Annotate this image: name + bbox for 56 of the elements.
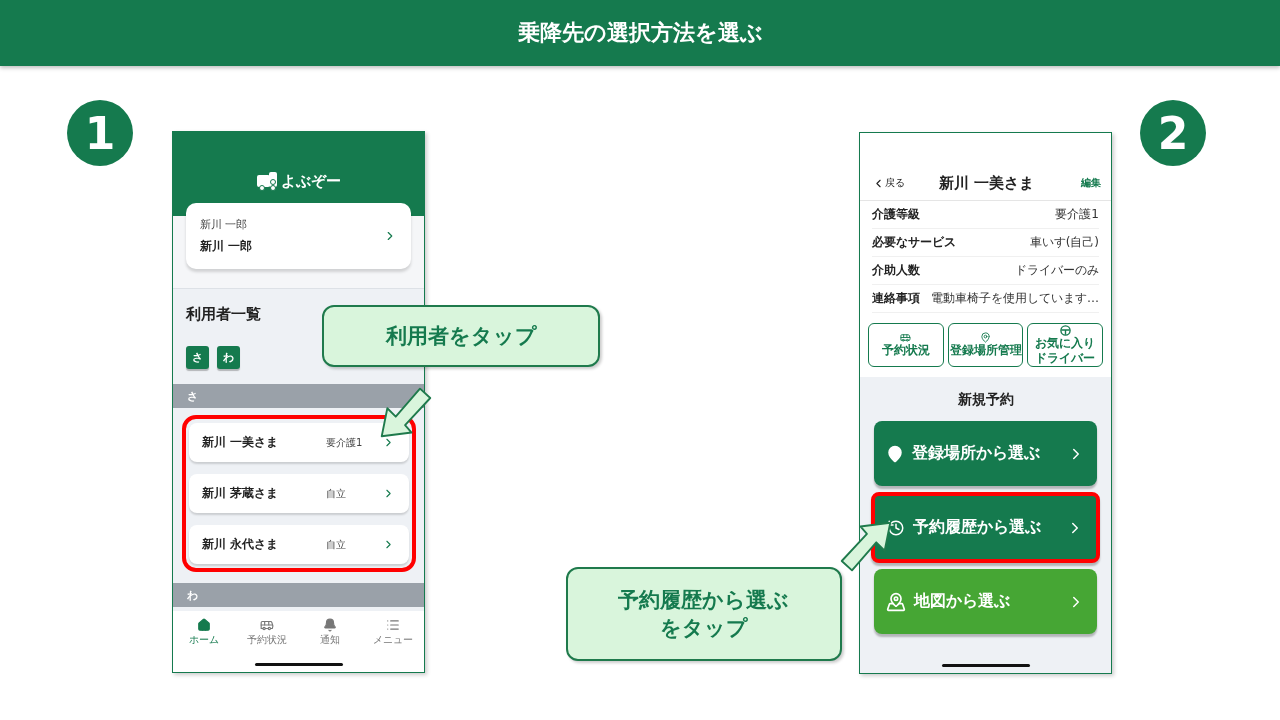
account-card[interactable]: 新川 一郎 新川 一郎 bbox=[186, 203, 411, 269]
detail-value: 電動車椅子を使用しています… bbox=[931, 290, 1099, 307]
slide-title: 乗降先の選択方法を選ぶ bbox=[0, 0, 1280, 66]
edit-link[interactable]: 編集 bbox=[1041, 176, 1101, 190]
user-name: 新川 一美さま bbox=[202, 434, 280, 451]
user-name: 新川 永代さま bbox=[202, 536, 280, 553]
step-number: 1 bbox=[67, 100, 133, 166]
nav-tab[interactable]: 通知 bbox=[298, 618, 362, 647]
detail-label: 連絡事項 bbox=[872, 290, 920, 307]
pin-icon bbox=[886, 444, 904, 463]
care-grade: 自立 bbox=[326, 537, 347, 552]
detail-value: 要介護1 bbox=[1055, 206, 1099, 223]
menu-icon bbox=[385, 618, 400, 632]
callout-note: 予約履歴から選ぶをタップ bbox=[566, 567, 842, 661]
user-row[interactable]: 新川 一美さま 要介護1 bbox=[189, 423, 409, 462]
option-button[interactable]: 登録場所から選ぶ bbox=[874, 421, 1097, 486]
user-row[interactable]: 新川 茅蔵さま 自立 bbox=[189, 474, 409, 513]
vehicle-icon bbox=[256, 171, 278, 191]
nav-tab[interactable]: ホーム bbox=[173, 618, 236, 647]
nav-tab[interactable]: 予約状況 bbox=[235, 618, 299, 647]
car-icon bbox=[900, 332, 912, 344]
app-logo-text: よぶぞー bbox=[281, 171, 341, 191]
pin-icon bbox=[980, 332, 991, 344]
account-kana: 新川 一郎 bbox=[200, 217, 249, 232]
map-pin-icon bbox=[886, 591, 906, 612]
option-button[interactable]: 予約履歴から選ぶ bbox=[871, 492, 1100, 563]
section-header: わ bbox=[173, 583, 424, 607]
shortcut-button[interactable]: お気に入り ドライバー bbox=[1027, 323, 1103, 367]
detail-label: 介護等級 bbox=[872, 206, 920, 223]
screen-title: 新川 一美さま bbox=[938, 173, 1035, 193]
steering-wheel-icon bbox=[1059, 325, 1071, 337]
home-icon bbox=[197, 618, 212, 632]
section-title: 新規予約 bbox=[956, 390, 1015, 409]
section-header: さ bbox=[173, 384, 424, 408]
detail-value: 車いす(自己) bbox=[1029, 234, 1099, 251]
user-row[interactable]: 新川 永代さま 自立 bbox=[189, 525, 409, 564]
list-title: 利用者一覧 bbox=[186, 304, 261, 324]
detail-label: 必要なサービス bbox=[872, 234, 956, 251]
step-number: 2 bbox=[1140, 100, 1206, 166]
callout-note: 利用者をタップ bbox=[322, 305, 600, 367]
user-name: 新川 茅蔵さま bbox=[202, 485, 280, 502]
nav-tab[interactable]: メニュー bbox=[361, 618, 424, 647]
care-grade: 要介護1 bbox=[326, 435, 364, 450]
detail-value: ドライバーのみ bbox=[1015, 262, 1099, 279]
shortcut-button[interactable]: 予約状況 bbox=[868, 323, 944, 367]
detail-label: 介助人数 bbox=[872, 262, 920, 279]
back-link[interactable]: 戻る bbox=[872, 176, 932, 190]
care-grade: 自立 bbox=[326, 486, 347, 501]
option-button[interactable]: 地図から選ぶ bbox=[874, 569, 1097, 634]
car-icon bbox=[260, 618, 275, 632]
index-chip[interactable]: わ bbox=[217, 346, 240, 369]
shortcut-button[interactable]: 登録場所管理 bbox=[947, 323, 1024, 367]
bell-icon bbox=[322, 618, 337, 632]
index-chip[interactable]: さ bbox=[186, 346, 209, 369]
account-name: 新川 一郎 bbox=[200, 238, 253, 255]
history-icon bbox=[887, 518, 905, 537]
